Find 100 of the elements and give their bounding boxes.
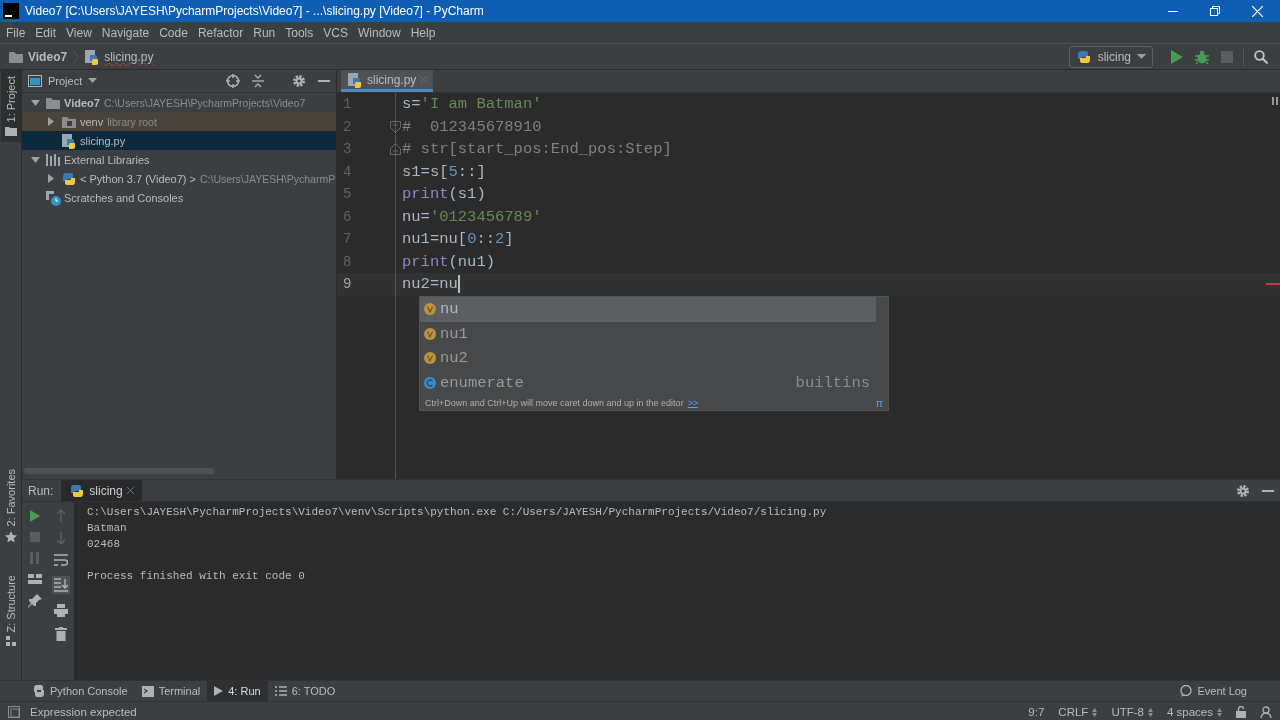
structure-icon [5,636,16,646]
python-icon [1075,48,1092,65]
tree-item[interactable]: Scratches and Consoles [22,188,336,207]
breadcrumb[interactable]: slicing.py [104,49,154,64]
menu-item[interactable]: Edit [30,25,62,40]
line-number: 9 [343,276,352,293]
run-icon[interactable] [1171,49,1183,64]
tree-item[interactable]: External Libraries [22,150,336,169]
inspection-icon[interactable] [1272,97,1278,105]
line-separator[interactable]: CRLF [1058,706,1089,718]
settings-icon[interactable] [1236,483,1250,498]
python-icon [33,685,45,697]
restore-icon[interactable] [1210,6,1220,16]
file-encoding[interactable]: UTF-8 [1111,706,1144,718]
soft-wrap-icon[interactable] [54,554,68,566]
app-logo-icon [3,3,19,19]
line-number: 4 [343,163,352,180]
code-line: s='I am Batman' [402,95,542,114]
menu-item[interactable]: Code [154,25,193,40]
fold-end-icon[interactable] [390,143,401,155]
menu-item[interactable]: VCS [318,25,353,40]
tool-window-tab[interactable]: 1: Project [0,70,21,143]
code-line: nu2=nu [402,275,458,294]
variable-icon [424,327,436,340]
tree-item[interactable]: Video7 C:\Users\JAYESH\PycharmProjects\Video7 [22,93,336,112]
collapse-arrow-icon[interactable] [30,98,40,107]
run-configuration-dropdown[interactable]: slicing [1068,45,1153,68]
up-down-arrows-icon[interactable] [1147,707,1153,717]
caret-position[interactable]: 9:7 [1028,706,1045,718]
project-window-icon [28,75,42,87]
tool-window-button[interactable]: Terminal [134,681,208,701]
fold-start-icon[interactable] [390,120,401,133]
menu-item[interactable]: View [61,25,97,40]
panel-title: Run: [28,483,54,498]
collapse-all-icon[interactable] [252,74,264,88]
library-folder-icon [61,114,77,129]
layout-icon[interactable] [28,574,42,584]
hint-text: Ctrl+Down and Ctrl+Up will move caret down and up in the editor [425,397,684,408]
list-icon [274,686,287,696]
caret-icon [1137,53,1146,60]
menu-item[interactable]: Navigate [96,25,155,40]
libraries-icon [45,152,61,167]
completion-item[interactable]: enumerate builtins [420,370,876,395]
expand-arrow-icon[interactable] [47,117,55,126]
event-log-button[interactable]: Event Log [1173,681,1254,701]
chevron-icon [73,49,79,64]
collapse-arrow-icon[interactable] [30,155,40,164]
inspector-icon[interactable] [1260,706,1272,718]
scroll-to-end-icon[interactable] [54,578,68,592]
line-number: 5 [343,186,352,203]
editor-tab[interactable]: slicing.py [341,70,434,92]
completion-item[interactable]: nu2 [420,346,876,371]
tool-window-button[interactable]: Python Console [26,681,135,701]
tool-window-button[interactable]: 4: Run [207,681,268,701]
tool-window-tab[interactable]: 2: Favorites [0,463,21,549]
panel-toggle-icon[interactable] [8,706,20,718]
menu-item[interactable]: File [1,25,31,40]
python-file-icon [347,71,363,88]
code-line: nu='0123456789' [402,207,542,226]
locate-icon[interactable] [226,74,240,88]
rerun-icon[interactable] [29,510,41,522]
tool-window-button[interactable]: 6: TODO [267,681,343,701]
pin-icon[interactable] [28,594,42,608]
completion-item[interactable]: nu [420,297,876,322]
completion-item[interactable]: nu1 [420,321,876,346]
search-icon[interactable] [1254,49,1268,64]
up-down-arrows-icon[interactable] [1217,707,1222,717]
tree-item[interactable]: < Python 3.7 (Video7) > C:\Users\JAYESH\PycharmP [22,169,336,188]
popup-corner-symbol[interactable]: π [875,396,883,409]
line-number: 7 [343,231,352,248]
breadcrumb[interactable]: Video7 [28,49,68,64]
variable-icon [424,352,436,365]
trash-icon[interactable] [55,627,67,641]
panel-title-dropdown[interactable]: Project [48,75,83,87]
menu-item[interactable]: Refactor [192,25,249,40]
indent-setting[interactable]: 4 spaces [1166,706,1213,718]
menu-item[interactable]: Help [405,25,441,40]
close-icon[interactable] [126,487,134,494]
menu-item[interactable]: Window [352,25,406,40]
hint-link[interactable]: >> [687,397,699,408]
window-title: Video7 [C:\Users\JAYESH\PycharmProjects\Video7] - ...\slicing.py [Video7] - PyCharm [25,4,484,18]
caret-icon[interactable] [88,78,98,84]
folder-icon [45,95,61,110]
code-line: print(s1) [402,185,486,204]
unlocked-icon[interactable] [1236,706,1246,718]
code-line: # str[start_pos:End_pos:Step] [402,140,672,159]
settings-icon[interactable] [292,74,306,88]
print-icon[interactable] [54,604,68,617]
up-down-arrows-icon[interactable] [1092,707,1098,717]
tool-window-tab[interactable]: Z: Structure [0,568,21,652]
bug-icon[interactable] [1195,49,1209,64]
line-number: 2 [343,118,352,135]
menu-item[interactable]: Run [248,25,281,40]
line-number: 8 [343,253,352,270]
menu-item[interactable]: Tools [280,25,319,40]
code-line: # 012345678910 [402,117,542,136]
expand-arrow-icon[interactable] [47,174,55,183]
tree-item[interactable]: venv library root [22,112,336,131]
tree-item[interactable]: slicing.py [22,131,336,150]
run-tab[interactable]: slicing [61,480,142,501]
